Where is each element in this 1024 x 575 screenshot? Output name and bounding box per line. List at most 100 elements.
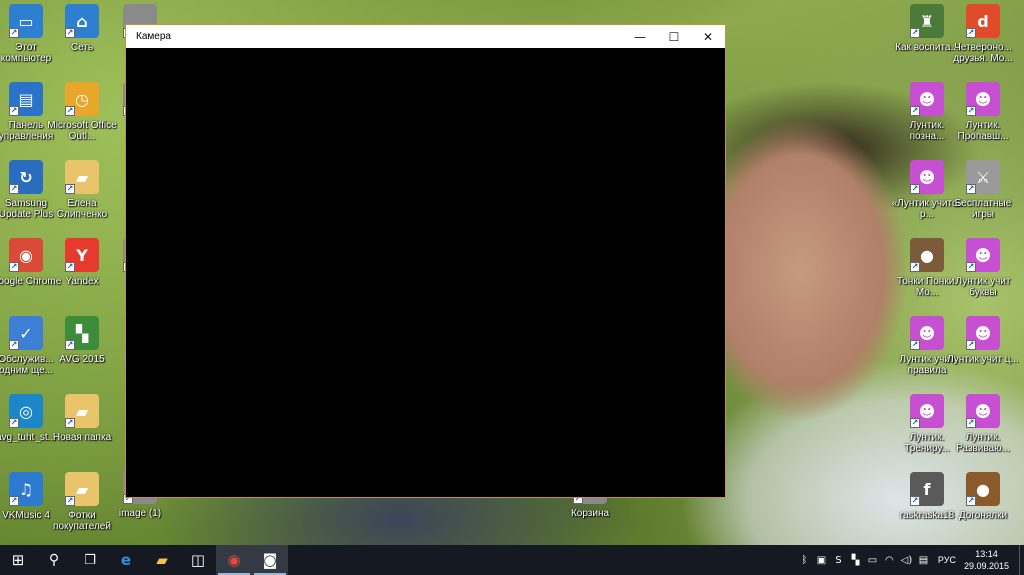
icon-glyph: ☻	[918, 167, 936, 187]
explorer-icon: ▰	[156, 551, 168, 569]
samsung-update-icon: ↻ ↗	[9, 160, 43, 194]
outlook-icon: ◷ ↗	[65, 82, 99, 116]
tray-avg-icon[interactable]: ▚	[847, 545, 864, 575]
luntik-icon-8: ☻ ↗	[966, 394, 1000, 428]
flash-icon: f ↗	[910, 472, 944, 506]
task-view-icon: ❐	[84, 552, 96, 568]
desktop-shortcut[interactable]: ▰ ↗ Новая папка	[50, 394, 114, 468]
icon-glyph: ☻	[974, 401, 992, 421]
icon-glyph: d	[977, 11, 989, 31]
tray-app-icon[interactable]: ▣	[813, 545, 830, 575]
network-tray-icon[interactable]: ◠	[881, 545, 898, 575]
taskbar-app-button[interactable]: ◫	[180, 545, 216, 575]
desktop-shortcut[interactable]: ◷ ↗ Microsoft Office Outl...	[47, 82, 117, 156]
desktop-shortcut[interactable]: ☻ ↗ Лунтик учит правила	[895, 316, 959, 390]
luntik-icon-6: ☻ ↗	[966, 316, 1000, 350]
clock-time: 13:14	[975, 549, 998, 559]
shortcut-arrow-icon: ↗	[910, 340, 920, 350]
desktop-shortcut[interactable]: ☻ ↗ Лунтик. Развиваю...	[951, 394, 1015, 468]
desktop-shortcut[interactable]: ● ↗ Тонки Понки. Мо...	[895, 238, 959, 312]
notifications-icon[interactable]: ▤	[915, 545, 932, 575]
desktop-shortcut[interactable]: Y ↗ Yandex	[50, 238, 114, 312]
shortcut-arrow-icon: ↗	[910, 262, 920, 272]
clock-date: 29.09.2015	[963, 561, 1009, 571]
desktop-shortcut-label: AVG 2015	[59, 354, 105, 365]
shortcut-arrow-icon: ↗	[966, 184, 976, 194]
tray-skype-icon[interactable]: S	[830, 545, 847, 575]
battery-icon[interactable]: ▭	[864, 545, 881, 575]
avg-icon: ▚ ↗	[65, 316, 99, 350]
yandex-browser-icon: Y ↗	[65, 238, 99, 272]
photos-folder-icon: ▰ ↗	[65, 472, 99, 506]
icon-glyph: ▚	[75, 323, 89, 343]
desktop-shortcut[interactable]: ☻ ↗ Лунтик учит ц...	[947, 316, 1019, 390]
clock[interactable]: 13:14 29.09.2015	[964, 548, 1009, 572]
desktop-shortcut[interactable]: ☻ ↗ Лунтик. Трениру...	[895, 394, 959, 468]
shortcut-arrow-icon: ↗	[9, 340, 19, 350]
close-button[interactable]: ✕	[691, 25, 725, 48]
taskbar-app-button[interactable]: ◉	[216, 545, 252, 575]
minimize-button[interactable]: —	[623, 25, 657, 48]
desktop-shortcut[interactable]: ▰ ↗ Елена Слипченко	[50, 160, 114, 234]
desktop-shortcut[interactable]: ☻ ↗ Лунтик учит буквы	[951, 238, 1015, 312]
task-view-button[interactable]: ❐	[72, 545, 108, 575]
desktop-shortcut[interactable]: ☻ ↗ Лунтик. позна...	[895, 82, 959, 156]
desktop-shortcut[interactable]: ● ↗ Догонялки	[951, 472, 1015, 546]
taskbar: ⊞ ⚲ ❐ e ▰ ◫ ◉ ◙ ᛒ ▣ S ▚ ▭ ◠ ◁) ▤ РУС 13:14 29.09.20…	[0, 545, 1024, 575]
language-indicator[interactable]: РУС	[938, 555, 956, 565]
desktop-shortcut[interactable]: ▚ ↗ AVG 2015	[50, 316, 114, 390]
icon-glyph: ♫	[18, 479, 34, 499]
desktop-shortcut-label: Лунтик учит буквы	[955, 276, 1011, 298]
window-titlebar[interactable]: Камера — ☐ ✕	[126, 25, 725, 48]
user-folder-icon: ▰ ↗	[65, 160, 99, 194]
icon-glyph: ♜	[919, 11, 935, 31]
icon-glyph: ☻	[918, 89, 936, 109]
control-panel-icon: ▤ ↗	[9, 82, 43, 116]
desktop-shortcut[interactable]: d ↗ Четвероно... друзья. Мо...	[951, 4, 1015, 78]
desktop-shortcut[interactable]: ⌂ ↗ Сеть	[50, 4, 114, 78]
windows-logo-icon: ⊞	[11, 551, 25, 569]
shortcut-arrow-icon: ↗	[9, 106, 19, 116]
game-icon: ♜ ↗	[910, 4, 944, 38]
desktop-shortcut-label: Новая папка	[52, 432, 112, 443]
shortcut-arrow-icon: ↗	[65, 28, 75, 38]
desktop-shortcut[interactable]: ☻ ↗ Лунтик. Пропавш...	[951, 82, 1015, 156]
icon-glyph: ▰	[75, 479, 89, 499]
icon-glyph: ◷	[75, 89, 89, 109]
shortcut-arrow-icon: ↗	[9, 262, 19, 272]
network-icon: ⌂ ↗	[65, 4, 99, 38]
shortcut-arrow-icon: ↗	[9, 496, 19, 506]
shortcut-arrow-icon: ↗	[9, 184, 19, 194]
icon-glyph: ▰	[75, 401, 89, 421]
bluetooth-icon[interactable]: ᛒ	[796, 545, 813, 575]
volume-icon[interactable]: ◁)	[898, 545, 915, 575]
chrome-icon: ◉ ↗	[9, 238, 43, 272]
icon-glyph: ↻	[19, 167, 33, 187]
desktop-shortcut-label: Догонялки	[958, 510, 1008, 521]
system-tray: ᛒ ▣ S ▚ ▭ ◠ ◁) ▤ РУС 13:14 29.09.2015	[796, 545, 1024, 575]
start-button[interactable]: ⊞	[0, 545, 36, 575]
vkmusic-icon: ♫ ↗	[9, 472, 43, 506]
luntik-icon-5: ☻ ↗	[910, 316, 944, 350]
taskbar-app-button[interactable]: ▰	[144, 545, 180, 575]
taskbar-app-button[interactable]: ◙	[252, 545, 288, 575]
show-desktop-button[interactable]	[1019, 545, 1024, 575]
icon-glyph: ▭	[18, 11, 34, 31]
shortcut-arrow-icon: ↗	[65, 496, 75, 506]
search-button[interactable]: ⚲	[36, 545, 72, 575]
desktop-shortcut[interactable]: ☻ ↗ «Лунтик учится р...	[892, 160, 962, 234]
taskbar-app-button[interactable]: e	[108, 545, 144, 575]
desktop-shortcut-label: Четвероно... друзья. Мо...	[953, 42, 1013, 64]
camera-viewport[interactable]	[126, 48, 725, 497]
icon-glyph: ☻	[974, 245, 992, 265]
icon-glyph: ●	[976, 479, 990, 499]
desktop-shortcut-label: Лунтик. Развиваю...	[956, 432, 1010, 454]
desktop-shortcut[interactable]: ⚔ ↗ Бесплатные игры	[951, 160, 1015, 234]
shortcut-arrow-icon: ↗	[966, 28, 976, 38]
desktop-shortcut[interactable]: ♜ ↗ Как воспита...	[895, 4, 959, 78]
desktop-shortcut-label: Лунтик. Пропавш...	[957, 120, 1009, 142]
icon-glyph: ☻	[918, 401, 936, 421]
desktop-shortcut[interactable]: f ↗ raskraska18	[895, 472, 959, 546]
maximize-button[interactable]: ☐	[657, 25, 691, 48]
camera-window[interactable]: Камера — ☐ ✕	[125, 24, 726, 498]
